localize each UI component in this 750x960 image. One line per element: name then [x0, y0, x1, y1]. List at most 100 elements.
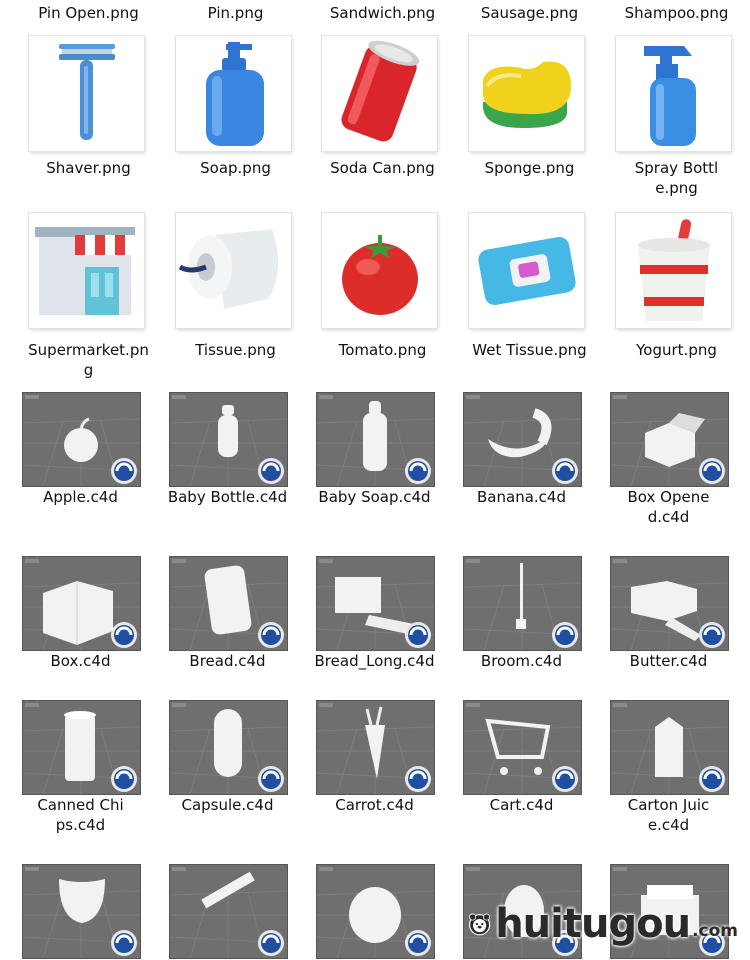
file-item[interactable]: Yogurt.png: [603, 340, 750, 360]
shaver-icon[interactable]: [29, 36, 144, 151]
butter-model-icon[interactable]: [610, 556, 729, 651]
file-name: Butter.c4d: [629, 652, 708, 670]
file-item[interactable]: Shaver.png: [15, 158, 162, 178]
file-name: Apple.c4d: [43, 488, 118, 506]
file-item[interactable]: Cart.c4d: [448, 795, 595, 815]
carrot-model-icon[interactable]: [316, 700, 435, 795]
comb-model-icon[interactable]: [169, 864, 288, 959]
file-item[interactable]: Soap.png: [162, 158, 309, 178]
soap-icon[interactable]: [176, 36, 291, 151]
file-item[interactable]: Butter.c4d: [595, 651, 742, 671]
apple-model-icon[interactable]: [22, 392, 141, 487]
file-name: Carrot.c4d: [335, 796, 414, 814]
cart-model-icon[interactable]: [463, 700, 582, 795]
baby-bottle-model-icon[interactable]: [169, 392, 288, 487]
bear-logo-icon: [468, 913, 491, 936]
file-item[interactable]: Sponge.png: [456, 158, 603, 178]
file-name: Bread.c4d: [189, 652, 266, 670]
file-item[interactable]: Pin.png: [162, 3, 309, 23]
cinema4d-badge-icon: [699, 766, 725, 792]
file-name: Supermarket.png: [28, 341, 149, 379]
file-item[interactable]: Bread_Long.c4d: [301, 651, 448, 671]
cinema4d-badge-icon: [405, 766, 431, 792]
wet-tissue-icon[interactable]: [469, 213, 584, 328]
file-name: Wet Tissue.png: [472, 341, 587, 359]
watermark-brand: huitugou: [495, 901, 691, 947]
file-item[interactable]: Box.c4d: [7, 651, 154, 671]
cinema4d-badge-icon: [258, 458, 284, 484]
sponge-icon[interactable]: [469, 36, 584, 151]
cinema4d-badge-icon: [405, 458, 431, 484]
file-item[interactable]: Shampoo.png: [603, 3, 750, 23]
file-name: Tissue.png: [195, 341, 276, 359]
broom-model-icon[interactable]: [463, 556, 582, 651]
cinema4d-badge-icon: [552, 458, 578, 484]
file-name: Tomato.png: [338, 341, 427, 359]
file-name: Box Opened.c4d: [627, 488, 710, 526]
baby-soap-model-icon[interactable]: [316, 392, 435, 487]
cinema4d-badge-icon: [111, 622, 137, 648]
banana-model-icon[interactable]: [463, 392, 582, 487]
file-item[interactable]: Sandwich.png: [309, 3, 456, 23]
cinema4d-badge-icon: [552, 622, 578, 648]
file-item[interactable]: Wet Tissue.png: [456, 340, 603, 360]
file-name: Spray Bottle.png: [634, 159, 719, 197]
file-item[interactable]: Tomato.png: [309, 340, 456, 360]
cinema4d-badge-icon: [699, 622, 725, 648]
file-item[interactable]: Bread.c4d: [154, 651, 301, 671]
file-item[interactable]: Soda Can.png: [309, 158, 456, 178]
file-name: Pin Open.png: [38, 4, 139, 22]
file-item[interactable]: Apple.c4d: [7, 487, 154, 507]
file-name: Pin.png: [207, 4, 264, 22]
carton-juice-model-icon[interactable]: [610, 700, 729, 795]
file-item[interactable]: Carton Juice.c4d: [595, 795, 742, 835]
tissue-icon[interactable]: [176, 213, 291, 328]
supermarket-icon[interactable]: [29, 213, 144, 328]
canned-chips-model-icon[interactable]: [22, 700, 141, 795]
tomato-icon[interactable]: [322, 213, 437, 328]
file-name: Box.c4d: [50, 652, 111, 670]
cinema4d-badge-icon: [111, 458, 137, 484]
file-item[interactable]: Capsule.c4d: [154, 795, 301, 815]
file-item[interactable]: Sausage.png: [456, 3, 603, 23]
cinema4d-badge-icon: [258, 766, 284, 792]
spray-bottle-icon[interactable]: [616, 36, 731, 151]
bread-long-model-icon[interactable]: [316, 556, 435, 651]
soda-can-icon[interactable]: [322, 36, 437, 151]
box-model-icon[interactable]: [22, 556, 141, 651]
file-name: Baby Bottle.c4d: [167, 488, 288, 506]
file-item[interactable]: Canned Chips.c4d: [7, 795, 154, 835]
file-name: Cart.c4d: [489, 796, 554, 814]
bread-model-icon[interactable]: [169, 556, 288, 651]
cinema4d-badge-icon: [699, 458, 725, 484]
watermark: huitugou .com: [468, 888, 738, 960]
file-name: Yogurt.png: [636, 341, 717, 359]
file-item[interactable]: Baby Soap.c4d: [301, 487, 448, 507]
file-item[interactable]: Baby Bottle.c4d: [154, 487, 301, 507]
cinema4d-badge-icon: [111, 766, 137, 792]
file-name: Soap.png: [200, 159, 271, 177]
file-item[interactable]: Spray Bottle.png: [603, 158, 750, 198]
file-item[interactable]: Pin Open.png: [15, 3, 162, 23]
capsule-model-icon[interactable]: [169, 700, 288, 795]
file-item[interactable]: Tissue.png: [162, 340, 309, 360]
diaper-model-icon[interactable]: [316, 864, 435, 959]
file-name: Broom.c4d: [480, 652, 563, 670]
watermark-suffix: .com: [692, 921, 738, 941]
file-item[interactable]: Supermarket.png: [15, 340, 162, 380]
file-name: Carton Juice.c4d: [627, 796, 710, 834]
cinema4d-badge-icon: [258, 622, 284, 648]
file-item[interactable]: Broom.c4d: [448, 651, 595, 671]
cinema4d-badge-icon: [111, 930, 137, 956]
file-item[interactable]: Banana.c4d: [448, 487, 595, 507]
cinema4d-badge-icon: [405, 622, 431, 648]
box-opened-model-icon[interactable]: [610, 392, 729, 487]
cup-model-icon[interactable]: [22, 864, 141, 959]
file-name: Baby Soap.c4d: [318, 488, 431, 506]
yogurt-icon[interactable]: [616, 213, 731, 328]
cinema4d-badge-icon: [405, 930, 431, 956]
file-item[interactable]: Carrot.c4d: [301, 795, 448, 815]
file-name: Shaver.png: [46, 159, 131, 177]
file-item[interactable]: Box Opened.c4d: [595, 487, 742, 527]
file-name: Capsule.c4d: [181, 796, 274, 814]
